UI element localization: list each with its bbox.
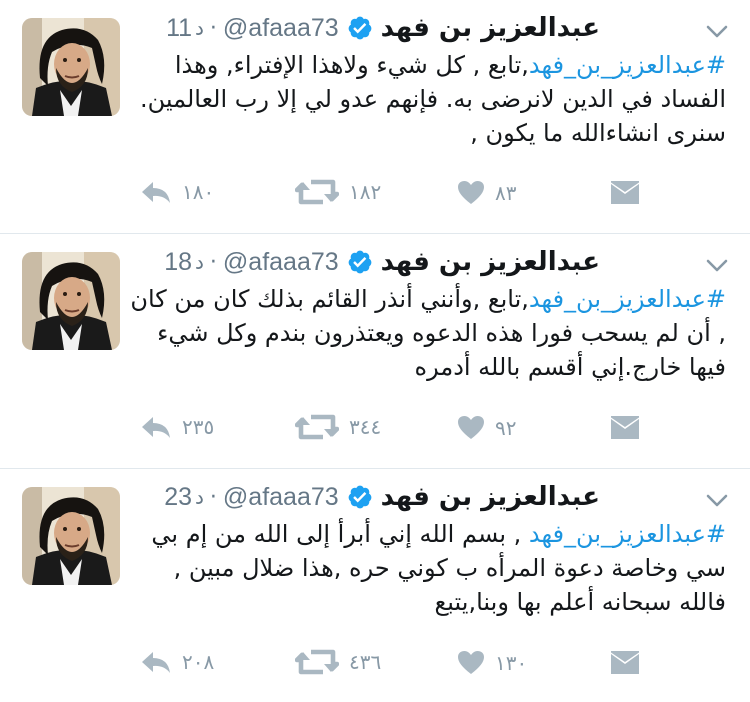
like-count: ١٣٠ [495, 651, 528, 675]
tweet-card[interactable]: 23 د · @afaaa73 عبدالعزيز بن فهد #عبدالع… [0, 469, 750, 702]
tweet-actions: ٢٣٥ ٣٤٤ ٩٢ [0, 234, 750, 440]
reply-button[interactable]: ٢٣٥ [140, 414, 214, 440]
like-button[interactable]: ٩٢ [457, 415, 516, 441]
tweet-text: #عبدالعزيز_بن_فهد,تابع ,وأنني أنذر القائ… [130, 282, 726, 384]
hashtag-link[interactable]: #عبدالعزيز_بن_فهد [529, 51, 726, 79]
retweet-icon [295, 413, 339, 441]
like-count: ٨٣ [495, 181, 517, 205]
reply-arrow-icon [140, 179, 172, 205]
direct-message-button[interactable] [610, 415, 640, 441]
retweet-count: ١٨٢ [349, 180, 382, 204]
tweet-actions: ٢٠٨ ٤٣٦ ١٣٠ [0, 469, 750, 675]
envelope-icon [610, 650, 640, 676]
retweet-button[interactable]: ٤٣٦ [295, 648, 381, 676]
retweet-count: ٣٤٤ [349, 415, 382, 439]
retweet-button[interactable]: ٣٤٤ [295, 413, 381, 441]
tweet-card[interactable]: 18 د · @afaaa73 عبدالعزيز بن فهد #عبدالع… [0, 234, 750, 469]
reply-count: ٢٠٨ [182, 650, 215, 674]
retweet-icon [295, 178, 339, 206]
retweet-icon [295, 648, 339, 676]
reply-count: ٢٣٥ [182, 415, 215, 439]
reply-button[interactable]: ١٨٠ [140, 179, 214, 205]
envelope-icon [610, 415, 640, 441]
tweet-text: #عبدالعزيز_بن_فهد , بسم الله إني أبرأ إل… [130, 517, 726, 619]
tweet-actions: ١٨٠ ١٨٢ ٨٣ [0, 0, 750, 205]
retweet-button[interactable]: ١٨٢ [295, 178, 381, 206]
hashtag-link[interactable]: #عبدالعزيز_بن_فهد [529, 520, 726, 548]
heart-icon [457, 650, 485, 676]
direct-message-button[interactable] [610, 650, 640, 676]
heart-icon [457, 180, 485, 206]
heart-icon [457, 415, 485, 441]
like-button[interactable]: ١٣٠ [457, 650, 527, 676]
tweet-text: #عبدالعزيز_بن_فهد,تابع , كل شيء ولاهذا ا… [130, 48, 726, 150]
like-count: ٩٢ [495, 416, 517, 440]
reply-button[interactable]: ٢٠٨ [140, 649, 214, 675]
reply-count: ١٨٠ [182, 180, 215, 204]
like-button[interactable]: ٨٣ [457, 180, 516, 206]
envelope-icon [610, 180, 640, 206]
retweet-count: ٤٣٦ [349, 650, 382, 674]
reply-arrow-icon [140, 649, 172, 675]
reply-arrow-icon [140, 414, 172, 440]
tweet-card[interactable]: 11 د · @afaaa73 عبدالعزيز بن فهد #عبدالع… [0, 0, 750, 234]
direct-message-button[interactable] [610, 180, 640, 206]
hashtag-link[interactable]: #عبدالعزيز_بن_فهد [529, 285, 726, 313]
